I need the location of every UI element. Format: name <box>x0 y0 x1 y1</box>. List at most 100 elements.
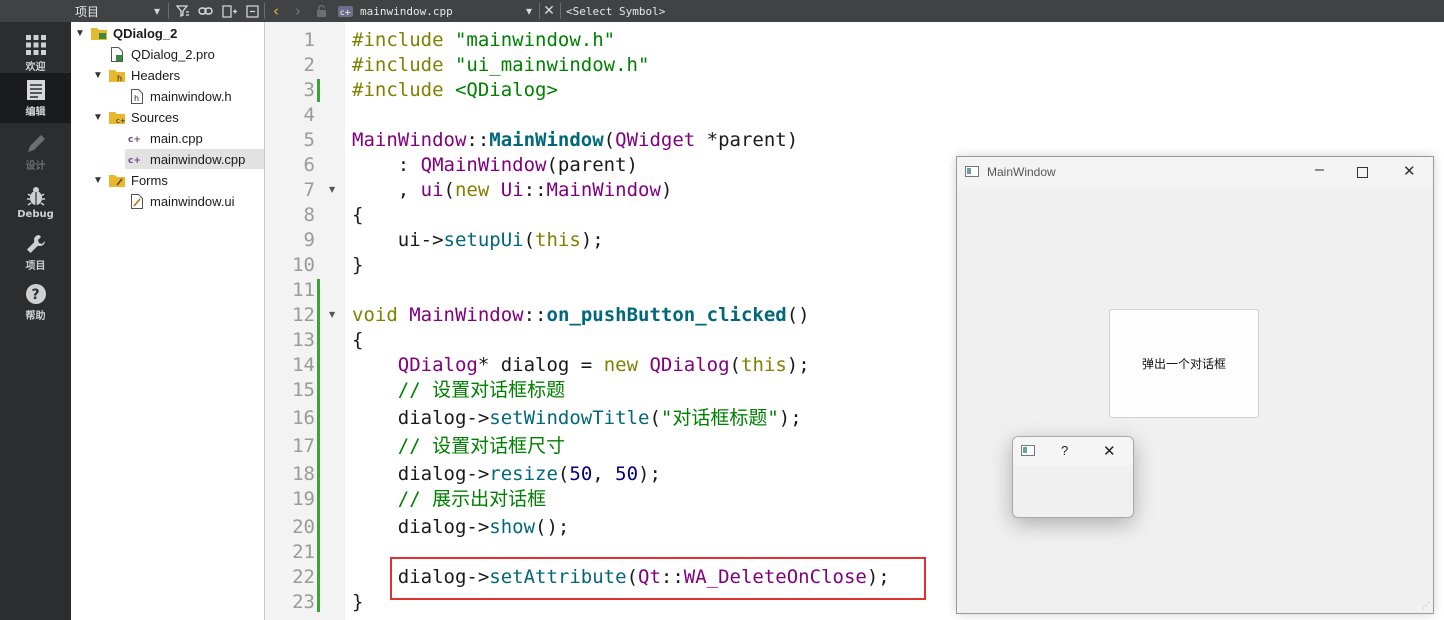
code-comment[interactable]: // 设置对话框尺寸 <box>352 434 565 459</box>
code-token: dialog-> <box>352 516 490 538</box>
line-number: 3 <box>303 79 315 101</box>
fold-arrow-icon[interactable]: ▼ <box>329 185 335 194</box>
chevron-down-icon[interactable]: ▾ <box>522 2 536 20</box>
symbol-selector[interactable]: <Select Symbol> <box>566 5 665 18</box>
code-token: } <box>352 254 364 276</box>
line-number: 9 <box>303 229 315 251</box>
tree-item-headers[interactable]: ▼ h Headers <box>71 65 264 85</box>
line-number: 21 <box>292 541 315 563</box>
code-line[interactable]: #include "mainwindow.h" <box>352 28 615 53</box>
minimize-icon[interactable]: – <box>1315 161 1324 179</box>
code-token: "mainwindow.h" <box>454 29 616 51</box>
open-dialog-button[interactable]: 弹出一个对话框 <box>1109 309 1259 418</box>
file-label: mainwindow.ui <box>150 193 235 209</box>
chevron-down-icon[interactable]: ▼ <box>93 175 103 186</box>
mode-projects[interactable]: 项目 <box>0 227 71 277</box>
code-comment[interactable]: // 展示出对话框 <box>352 487 546 512</box>
code-token: ); <box>580 229 604 251</box>
code-line[interactable]: { <box>352 328 363 353</box>
tree-item-main-cpp[interactable]: c+ main.cpp <box>71 128 264 148</box>
code-line[interactable]: ui->setupUi(this); <box>352 228 604 253</box>
code-line[interactable]: { <box>352 203 363 228</box>
code-line[interactable]: #include "ui_mainwindow.h" <box>352 53 649 78</box>
mode-debug[interactable]: Debug <box>0 177 71 227</box>
chevron-down-icon[interactable]: ▾ <box>150 2 164 20</box>
mode-design[interactable]: 设计 <box>0 127 71 177</box>
code-line[interactable]: QDialog* dialog = new QDialog(this); <box>352 353 810 378</box>
code-token: MainWindow <box>489 129 604 151</box>
mode-sidebar: 欢迎 编辑 设计 Debug 项目 ? 帮助 <box>0 22 71 620</box>
mode-edit[interactable]: 编辑 <box>0 73 71 123</box>
code-token: ui-> <box>352 229 444 251</box>
maximize-icon[interactable] <box>1357 165 1368 181</box>
code-token: #include <box>352 79 455 101</box>
svg-text:h: h <box>134 94 139 103</box>
code-comment[interactable]: // 设置对话框标题 <box>352 378 565 403</box>
code-line[interactable]: dialog->show(); <box>352 515 570 540</box>
code-line[interactable]: #include <QDialog> <box>352 78 558 103</box>
chevron-down-icon[interactable]: ▼ <box>93 70 103 81</box>
close-icon[interactable]: ✕ <box>542 2 556 20</box>
help-button[interactable]: ? <box>1061 443 1068 458</box>
header-file-icon: h <box>129 88 145 104</box>
fold-arrow-icon[interactable]: ▼ <box>329 310 335 319</box>
tree-item-header-file[interactable]: h mainwindow.h <box>71 86 264 106</box>
code-token: ( <box>603 129 616 151</box>
link-icon[interactable] <box>197 2 213 20</box>
tree-item-sources[interactable]: ▼ c+ Sources <box>71 107 264 127</box>
code-line[interactable]: } <box>352 590 363 615</box>
line-number: 15 <box>292 379 315 401</box>
main-window-titlebar[interactable]: MainWindow – ✕ <box>957 157 1433 187</box>
code-line[interactable]: , ui(new Ui::MainWindow) <box>352 178 673 203</box>
dialog-titlebar[interactable]: ? ✕ <box>1013 437 1133 465</box>
folder-label: Forms <box>131 172 168 188</box>
code-line[interactable]: dialog->resize(50, 50); <box>352 462 661 487</box>
close-icon[interactable]: ✕ <box>1103 442 1116 460</box>
file-label: main.cpp <box>150 130 203 146</box>
edit-icon <box>26 79 45 100</box>
code-token: QWidget <box>615 129 696 151</box>
split-add-icon[interactable] <box>221 2 237 20</box>
filter-icon[interactable] <box>174 2 190 20</box>
mode-help[interactable]: ? 帮助 <box>0 277 71 327</box>
code-token: :: <box>466 129 490 151</box>
back-arrow-icon[interactable]: ‹ <box>270 2 282 20</box>
bug-icon <box>26 186 45 206</box>
chevron-down-icon[interactable]: ▼ <box>75 28 85 39</box>
line-number: 23 <box>292 591 315 613</box>
pencil-icon <box>27 134 45 152</box>
code-line[interactable]: : QMainWindow(parent) <box>352 153 638 178</box>
code-token: "ui_mainwindow.h" <box>454 54 650 76</box>
project-folder-icon <box>91 25 107 41</box>
code-token: setWindowTitle <box>489 407 650 429</box>
code-token: MainWindow <box>546 179 661 201</box>
code-line[interactable]: void MainWindow::on_pushButton_clicked() <box>352 303 810 328</box>
code-line[interactable]: } <box>352 253 363 278</box>
tree-item-pro-file[interactable]: QDialog_2.pro <box>71 44 264 64</box>
tree-item-forms[interactable]: ▼ Forms <box>71 170 264 190</box>
code-token: { <box>352 204 364 226</box>
open-file-name[interactable]: mainwindow.cpp <box>360 5 453 18</box>
tree-item-mainwindow-cpp[interactable]: c+ mainwindow.cpp <box>125 149 264 169</box>
resize-grip-icon[interactable]: ⋰ <box>1422 601 1430 610</box>
code-token: resize <box>489 463 558 485</box>
line-number: 7 <box>303 179 315 201</box>
close-panel-icon[interactable] <box>244 2 260 20</box>
code-token: this <box>741 354 787 376</box>
code-token: dialog-> <box>352 407 490 429</box>
mode-welcome[interactable]: 欢迎 <box>0 28 71 78</box>
toolbar-divider <box>560 3 561 19</box>
source-folder-icon: c+ <box>109 109 125 125</box>
forward-arrow-icon[interactable]: › <box>292 2 304 20</box>
close-icon[interactable]: ✕ <box>1403 162 1416 180</box>
cpp-file-icon: c+ <box>127 130 143 146</box>
tree-item-form-file[interactable]: mainwindow.ui <box>71 191 264 211</box>
chevron-down-icon[interactable]: ▼ <box>93 112 103 123</box>
ui-file-icon <box>129 193 145 209</box>
tree-item-project[interactable]: ▼ QDialog_2 <box>71 23 264 43</box>
code-line[interactable]: dialog->setWindowTitle("对话框标题"); <box>352 406 802 431</box>
code-line[interactable]: MainWindow::MainWindow(QWidget *parent) <box>352 128 798 153</box>
